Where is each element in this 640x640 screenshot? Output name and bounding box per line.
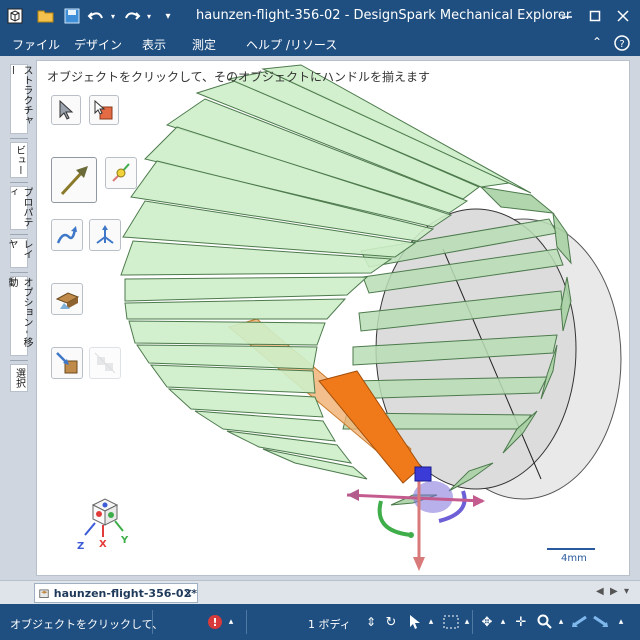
minimize-icon[interactable] [554,4,580,28]
tab-layers[interactable]: レイヤ [6,238,32,268]
status-divider [246,610,247,634]
zoom-dropdown-icon[interactable]: ▴ [552,613,570,631]
tab-divider [10,360,28,361]
tab-divider [10,138,28,139]
axis-x-label: X [99,539,107,550]
rotate-view-icon[interactable]: ↻ [382,613,400,631]
document-tab[interactable]: haunzen-flight-356-02* × [34,583,198,603]
view-dropdown-icon[interactable]: ▴ [612,613,630,631]
tab-divider [10,234,28,235]
pan-dropdown-icon[interactable]: ▴ [494,613,512,631]
status-bar: オブジェクトをクリックして、 ! ▴ 1 ボディ ⇕ ↻ ▴ ▴ ✥ ▴ ✛ ▴… [0,604,640,640]
move-arrow-icon[interactable] [51,157,97,203]
tab-scroll-left-icon[interactable]: ◀ [596,586,604,597]
undo-icon[interactable] [86,6,106,26]
orientation-cube[interactable]: X Y Z [59,491,139,551]
axis-y-label: Y [120,535,129,546]
document-icon [39,589,49,599]
move-view-icon[interactable]: ✛ [512,613,530,631]
move-up-to-icon[interactable] [51,347,83,379]
tab-properties[interactable]: プロパティ [6,186,32,230]
close-icon[interactable] [610,4,636,28]
document-tab-bar: haunzen-flight-356-02* × ◀ ▶ ▾ [0,580,640,604]
orient-handle-icon[interactable] [89,219,121,251]
scale-bar-label: 4mm [561,553,587,564]
customize-toolbar-icon[interactable]: ▾ [162,6,174,26]
ruler-dimension-icon[interactable] [51,283,83,315]
redo-dropdown-icon[interactable]: ▾ [144,6,154,26]
menu-measure[interactable]: 測定 [192,36,216,53]
tab-view[interactable]: ビュー [10,142,28,178]
select-arrow-icon[interactable] [51,95,81,125]
menu-file[interactable]: ファイル [12,36,60,53]
title-bar: ▾ ▾ ▾ haunzen-flight-356-02 - DesignSpar… [0,0,640,32]
cube-app-icon[interactable] [4,6,26,26]
tab-selection[interactable]: 選択 [10,364,28,392]
open-folder-icon[interactable] [36,6,56,26]
svg-text:!: ! [212,616,217,629]
previous-view-icon[interactable] [570,613,588,631]
spinner-arrows-icon[interactable]: ⇕ [362,613,380,631]
axis-z-label: Z [77,541,84,551]
select-dropdown-icon[interactable]: ▴ [422,613,440,631]
undo-dropdown-icon[interactable]: ▾ [108,6,118,26]
tab-scroll-right-icon[interactable]: ▶ [610,586,618,597]
menu-help-resources[interactable]: ヘルプ /リソース [246,36,337,53]
tab-divider [10,182,28,183]
error-dropdown-icon[interactable]: ▴ [222,613,240,631]
tab-options-move[interactable]: オプション - 移動 [6,276,32,356]
maximize-icon[interactable] [582,4,608,28]
status-divider [472,610,473,634]
menu-bar: ファイル デザイン 表示 測定 ヘルプ /リソース ⌃ ? [0,32,640,56]
window-title: haunzen-flight-356-02 - DesignSpark Mech… [196,8,572,23]
next-view-icon[interactable] [592,613,610,631]
close-tab-icon[interactable]: × [183,586,193,600]
menu-view[interactable]: 表示 [142,36,166,53]
design-viewport[interactable]: オブジェクトをクリックして、そのオブジェクトにハンドルを揃えます X Y Z 4… [36,60,630,576]
select-component-icon[interactable] [89,95,119,125]
redo-icon[interactable] [122,6,142,26]
scale-bar-line [547,548,595,550]
document-tab-name: haunzen-flight-356-02* [53,586,197,600]
chevron-up-icon[interactable]: ⌃ [592,35,602,49]
status-message: オブジェクトをクリックして、 [10,618,164,631]
menu-design[interactable]: デザイン [74,36,122,53]
create-pattern-icon [89,347,121,379]
anchor-handle-icon[interactable] [105,157,137,189]
scale-bar: 4mm [547,548,595,564]
tab-list-icon[interactable]: ▾ [624,586,629,597]
tab-divider [10,272,28,273]
save-icon[interactable] [62,6,82,26]
box-select-dropdown-icon[interactable]: ▴ [458,613,476,631]
body-count: 1 ボディ [308,618,351,631]
status-divider [152,610,153,634]
help-icon[interactable]: ? [614,35,630,54]
move-along-path-icon[interactable] [51,219,83,251]
side-panel-tabs: ストラクチャー ビュー プロパティ レイヤ オプション - 移動 選択 [6,58,32,578]
viewport-hint: オブジェクトをクリックして、そのオブジェクトにハンドルを揃えます [47,70,431,84]
svg-text:?: ? [619,39,624,50]
tab-structure[interactable]: ストラクチャー [6,64,32,134]
